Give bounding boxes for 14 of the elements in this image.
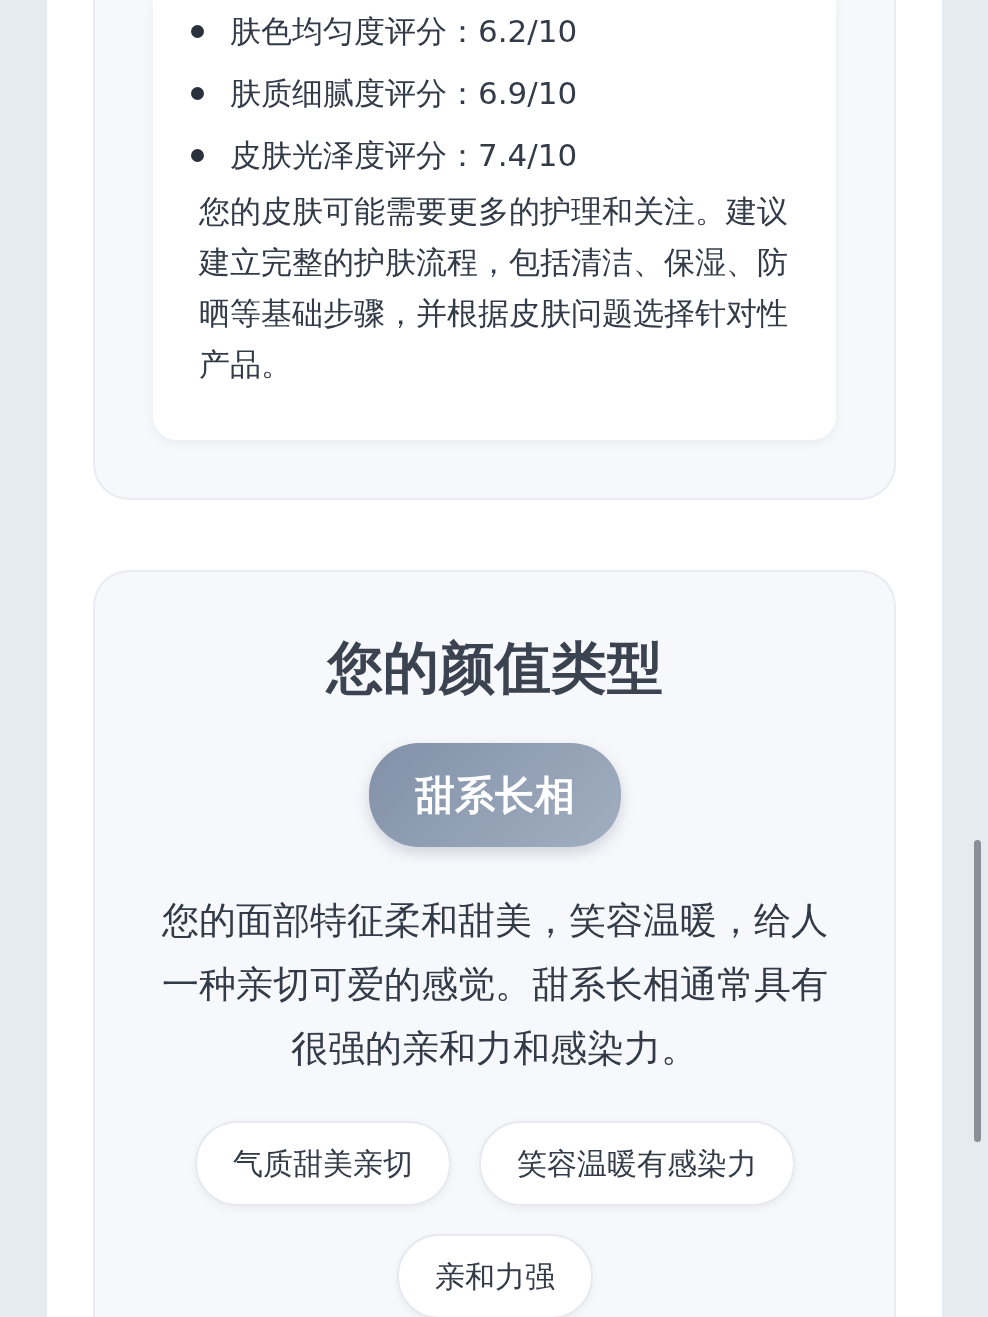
trait-tag: 亲和力强	[396, 1234, 593, 1317]
bullet-icon	[191, 24, 204, 38]
type-description: 您的面部特征柔和甜美，笑容温暖，给人一种亲切可爱的感觉。甜系长相通常具有很强的亲和力和感染力。	[160, 898, 829, 1073]
score-item: 肤色均匀度评分：6.2/10	[230, 12, 578, 51]
type-badge: 甜系长相	[368, 743, 621, 848]
advice-paragraph: 您的皮肤可能需要更多的护理和关注。建议建立完整的护肤流程，包括清洁、保湿、防晒等基础步骤，并根据皮肤问题选择针对性产品。	[199, 192, 789, 384]
score-item: 皮肤光泽度评分：7.4/10	[230, 136, 578, 175]
bullet-icon	[191, 148, 204, 162]
trait-tag: 笑容温暖有感染力	[478, 1121, 795, 1207]
scrollbar[interactable]	[974, 840, 981, 1142]
section-title: 您的颜值类型	[324, 634, 664, 702]
bullet-icon	[191, 86, 204, 100]
trait-tag: 气质甜美亲切	[194, 1121, 451, 1207]
score-item: 肤质细腻度评分：6.9/10	[230, 74, 578, 113]
